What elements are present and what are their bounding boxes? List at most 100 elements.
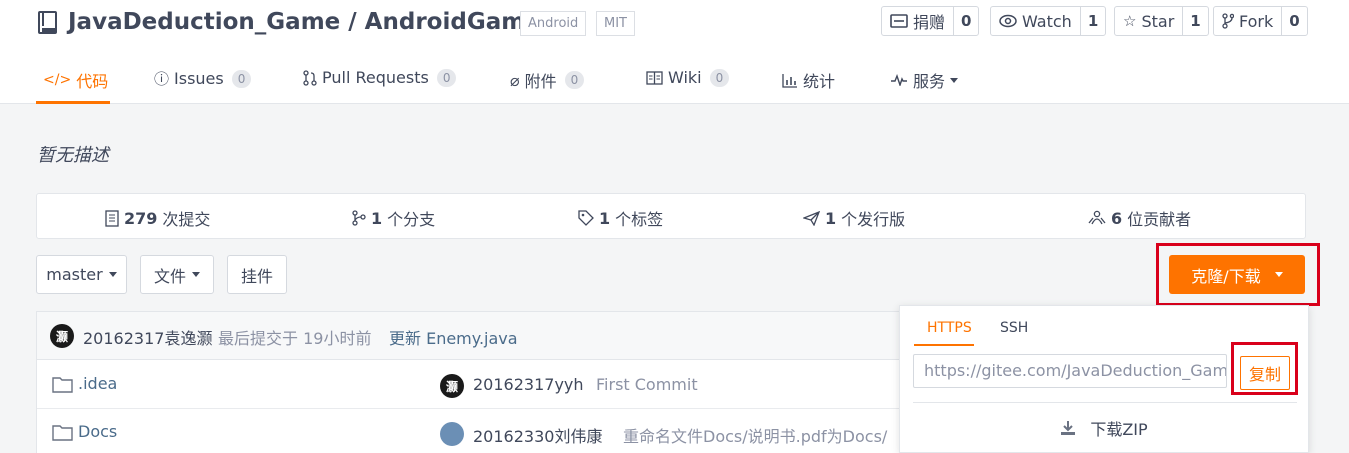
- donate-icon: [890, 14, 908, 28]
- stat-contributors[interactable]: 6 位贡献者: [1088, 206, 1191, 230]
- clone-button-highlight: [1156, 243, 1320, 306]
- repo-tag-language[interactable]: Android: [520, 11, 587, 36]
- watch-button[interactable]: Watch 1: [990, 6, 1107, 36]
- code-icon: </>: [43, 72, 72, 88]
- tab-services-label: 服务: [913, 72, 946, 91]
- file-name[interactable]: .idea: [78, 374, 117, 393]
- tab-stats-label: 统计: [803, 72, 836, 91]
- pulse-icon: [891, 74, 907, 86]
- issue-icon: ⓘ: [154, 70, 170, 88]
- donate-count: 0: [953, 7, 978, 35]
- stat-branches[interactable]: 1 个分支: [352, 206, 435, 230]
- row-divider: [37, 408, 935, 409]
- star-button[interactable]: ☆ Star 1: [1114, 6, 1209, 36]
- stat-tags-count: 1: [599, 208, 611, 228]
- file-commit-message[interactable]: 重命名文件Docs/说明书.pdf为Docs/: [623, 423, 887, 447]
- fork-button[interactable]: Fork 0: [1213, 6, 1308, 36]
- stat-releases-label: 个发行版: [841, 210, 906, 229]
- tab-wiki[interactable]: Wiki 0: [646, 68, 730, 87]
- stat-tags-label: 个标签: [615, 210, 664, 229]
- stat-contributors-count: 6: [1111, 208, 1123, 228]
- repo-title[interactable]: JavaDeduction_Game / AndroidGame: [68, 9, 541, 35]
- widget-label: 挂件: [240, 266, 273, 286]
- stat-branches-count: 1: [371, 208, 383, 228]
- stat-branches-label: 个分支: [387, 210, 436, 229]
- avatar[interactable]: [440, 422, 464, 446]
- divider: [913, 402, 1297, 403]
- tab-code-label: 代码: [76, 72, 109, 91]
- widget-button[interactable]: 挂件: [227, 255, 287, 294]
- stat-commits[interactable]: 279 次提交: [105, 206, 210, 230]
- tab-issues-badge: 0: [231, 69, 252, 88]
- file-commit-author[interactable]: 20162330刘伟康: [473, 423, 602, 447]
- stat-releases[interactable]: 1 个发行版: [803, 206, 905, 230]
- tab-issues[interactable]: ⓘ Issues 0: [154, 68, 252, 89]
- tab-wiki-label: Wiki: [668, 68, 702, 87]
- chevron-down-icon: [950, 77, 959, 83]
- last-commit-author[interactable]: 20162317袁逸灏: [83, 325, 212, 349]
- repo-description: 暂无描述: [37, 145, 109, 166]
- stat-commits-count: 279: [124, 208, 158, 228]
- fork-icon: [1222, 13, 1234, 29]
- donate-label: 捐赠: [913, 13, 946, 32]
- tab-pull-requests[interactable]: Pull Requests 0: [303, 68, 457, 87]
- tab-issues-label: Issues: [174, 69, 224, 88]
- stat-contributors-label: 位贡献者: [1127, 210, 1192, 229]
- tab-services[interactable]: 服务: [890, 68, 959, 92]
- repo-stats-bar: 279 次提交 1 个分支 1 个标签 1 个发行版 6 位贡献者: [36, 193, 1306, 239]
- repo-tag-license[interactable]: MIT: [596, 11, 635, 36]
- tab-stats[interactable]: 统计: [782, 68, 835, 92]
- tag-icon: [578, 210, 594, 226]
- file-commit-author[interactable]: 20162317yyh: [473, 375, 584, 394]
- repo-book-icon: [38, 11, 57, 34]
- contributors-icon: [1088, 210, 1106, 225]
- tab-ssh[interactable]: SSH: [1000, 320, 1028, 336]
- branch-icon: [352, 210, 366, 226]
- tab-code[interactable]: </> 代码: [43, 68, 108, 92]
- tab-attachments-badge: 0: [564, 71, 585, 89]
- download-icon: [1061, 421, 1076, 435]
- star-icon: ☆: [1123, 12, 1137, 30]
- file-commit-message[interactable]: First Commit: [596, 375, 698, 394]
- tab-attachments[interactable]: ⌀ 附件 0: [510, 68, 585, 92]
- star-count: 1: [1182, 7, 1207, 35]
- chevron-down-icon: [192, 272, 200, 277]
- avatar[interactable]: 灏: [50, 324, 74, 348]
- pull-request-icon: [303, 69, 317, 86]
- tab-pull-requests-label: Pull Requests: [322, 68, 429, 87]
- star-label: Star: [1141, 11, 1175, 31]
- repo-header: JavaDeduction_Game / AndroidGame Android…: [0, 0, 1349, 104]
- stat-releases-count: 1: [825, 208, 837, 228]
- folder-icon: [52, 377, 73, 393]
- donate-button[interactable]: 捐赠 0: [881, 6, 980, 36]
- download-zip-label: 下载ZIP: [1090, 420, 1148, 439]
- stats-icon: [782, 73, 797, 88]
- last-commit-time: 最后提交于 19小时前: [218, 329, 372, 348]
- avatar[interactable]: 灏: [440, 374, 464, 398]
- stat-tags[interactable]: 1 个标签: [578, 206, 663, 230]
- file-menu-button[interactable]: 文件: [140, 255, 214, 294]
- folder-icon: [52, 425, 73, 441]
- last-commit-bar: 灏 20162317袁逸灏 最后提交于 19小时前 更新 Enemy.java: [37, 312, 935, 360]
- file-name[interactable]: Docs: [78, 422, 117, 441]
- active-tab-indicator: [36, 101, 110, 104]
- watch-count: 1: [1079, 7, 1105, 35]
- download-zip-button[interactable]: 下载ZIP: [900, 416, 1308, 440]
- clone-dropdown-panel: HTTPS SSH https://gitee.com/JavaDeductio…: [899, 305, 1309, 453]
- fork-label: Fork: [1239, 11, 1274, 31]
- attachment-icon: ⌀: [510, 70, 520, 90]
- watch-label: Watch: [1022, 11, 1072, 31]
- last-commit-message[interactable]: 更新 Enemy.java: [389, 325, 518, 349]
- tab-pull-requests-badge: 0: [436, 68, 457, 87]
- eye-icon: [999, 14, 1017, 28]
- fork-count: 0: [1281, 7, 1306, 35]
- chevron-down-icon: [108, 272, 117, 277]
- commit-icon: [105, 209, 119, 227]
- branch-select[interactable]: master: [36, 255, 127, 294]
- clone-url-input[interactable]: https://gitee.com/JavaDeduction_Game: [913, 354, 1227, 388]
- https-tab-indicator: [914, 344, 974, 346]
- release-icon: [803, 210, 820, 226]
- tab-https[interactable]: HTTPS: [927, 320, 972, 336]
- branch-select-label: master: [46, 265, 103, 284]
- tab-attachments-label: 附件: [524, 72, 557, 91]
